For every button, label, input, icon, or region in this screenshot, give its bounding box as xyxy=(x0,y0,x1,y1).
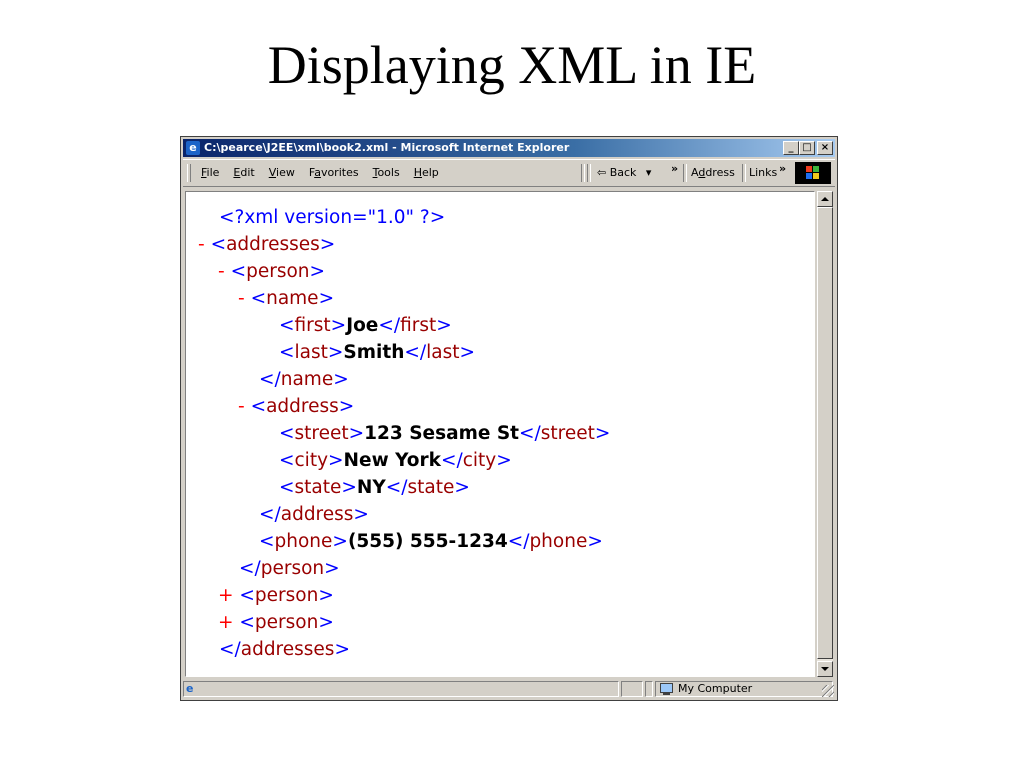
menu-toolbar: File Edit View Favorites Tools Help ⇦ Ba… xyxy=(183,159,835,187)
address-label[interactable]: Address xyxy=(691,166,735,179)
ie-window: e C:\pearce\J2EE\xml\book2.xml - Microso… xyxy=(180,136,838,701)
xml-addresses-close: </addresses> xyxy=(219,639,350,660)
collapse-toggle[interactable]: - xyxy=(238,396,245,417)
toolbar-separator xyxy=(742,164,746,182)
vertical-scrollbar[interactable] xyxy=(816,191,833,677)
xml-person-collapsed: + <person> xyxy=(218,585,334,606)
menu-favorites[interactable]: Favorites xyxy=(309,166,359,179)
xml-city-element: <city>New York</city> xyxy=(279,450,512,471)
arrow-up-icon xyxy=(821,197,829,201)
menu-help[interactable]: Help xyxy=(414,166,439,179)
menu-items: File Edit View Favorites Tools Help xyxy=(201,166,453,179)
menu-file[interactable]: File xyxy=(201,166,219,179)
xml-person-collapsed: + <person> xyxy=(218,612,334,633)
xml-addresses-open: - <addresses> xyxy=(198,234,336,255)
scroll-thumb[interactable] xyxy=(817,207,833,659)
maximize-button[interactable]: □ xyxy=(799,141,815,155)
toolbar-grip[interactable] xyxy=(187,164,191,182)
xml-street-element: <street>123 Sesame St</street> xyxy=(279,423,611,444)
xml-address-open: - <address> xyxy=(238,396,355,417)
toolbar-separator xyxy=(587,164,591,182)
links-chevron-icon[interactable]: » xyxy=(779,162,786,175)
xml-person-open: - <person> xyxy=(218,261,326,282)
collapse-toggle[interactable]: - xyxy=(238,288,245,309)
xml-address-close: </address> xyxy=(259,504,369,525)
back-dropdown-icon[interactable]: ▾ xyxy=(646,166,652,179)
scroll-up-button[interactable] xyxy=(817,191,833,207)
xml-first-element: <first>Joe</first> xyxy=(279,315,452,336)
menu-edit[interactable]: Edit xyxy=(233,166,254,179)
back-button[interactable]: ⇦ Back ▾ xyxy=(597,166,651,179)
slide-title: Displaying XML in IE xyxy=(267,35,757,95)
back-label: ⇦ Back xyxy=(597,166,637,179)
collapse-toggle[interactable]: - xyxy=(198,234,205,255)
xml-declaration: <?xml version="1.0" ?> xyxy=(219,207,446,228)
window-title: C:\pearce\J2EE\xml\book2.xml - Microsoft… xyxy=(204,141,570,154)
window-controls: _ □ × xyxy=(783,141,833,155)
expand-toggle[interactable]: + xyxy=(218,585,234,606)
toolbar-chevron-icon[interactable]: » xyxy=(671,162,678,175)
xml-person-close: </person> xyxy=(239,558,340,579)
xml-phone-element: <phone>(555) 555-1234</phone> xyxy=(259,531,603,552)
xml-name-open: - <name> xyxy=(238,288,335,309)
ie-icon: e xyxy=(186,141,200,155)
xml-last-element: <last>Smith</last> xyxy=(279,342,475,363)
menu-tools[interactable]: Tools xyxy=(373,166,400,179)
status-panel xyxy=(645,681,653,697)
status-bar: e My Computer xyxy=(183,680,835,698)
status-text-panel: e xyxy=(183,681,619,697)
xml-state-element: <state>NY</state> xyxy=(279,477,470,498)
window-titlebar[interactable]: e C:\pearce\J2EE\xml\book2.xml - Microso… xyxy=(183,139,835,157)
xml-name-close: </name> xyxy=(259,369,349,390)
xml-document-view[interactable]: <?xml version="1.0" ?> - <addresses> - <… xyxy=(185,191,815,677)
ie-page-icon: e xyxy=(186,682,194,695)
my-computer-icon xyxy=(660,683,673,695)
expand-toggle[interactable]: + xyxy=(218,612,234,633)
close-button[interactable]: × xyxy=(817,141,833,155)
minimize-button[interactable]: _ xyxy=(783,141,799,155)
arrow-down-icon xyxy=(821,667,829,671)
windows-logo-icon xyxy=(795,162,831,184)
resize-grip-icon[interactable] xyxy=(822,685,834,697)
menu-view[interactable]: View xyxy=(269,166,295,179)
toolbar-separator xyxy=(683,164,687,182)
scroll-down-button[interactable] xyxy=(817,661,833,677)
collapse-toggle[interactable]: - xyxy=(218,261,225,282)
status-panel xyxy=(621,681,643,697)
toolbar-separator xyxy=(581,164,585,182)
zone-label: My Computer xyxy=(678,682,753,695)
links-label[interactable]: Links xyxy=(749,166,777,179)
